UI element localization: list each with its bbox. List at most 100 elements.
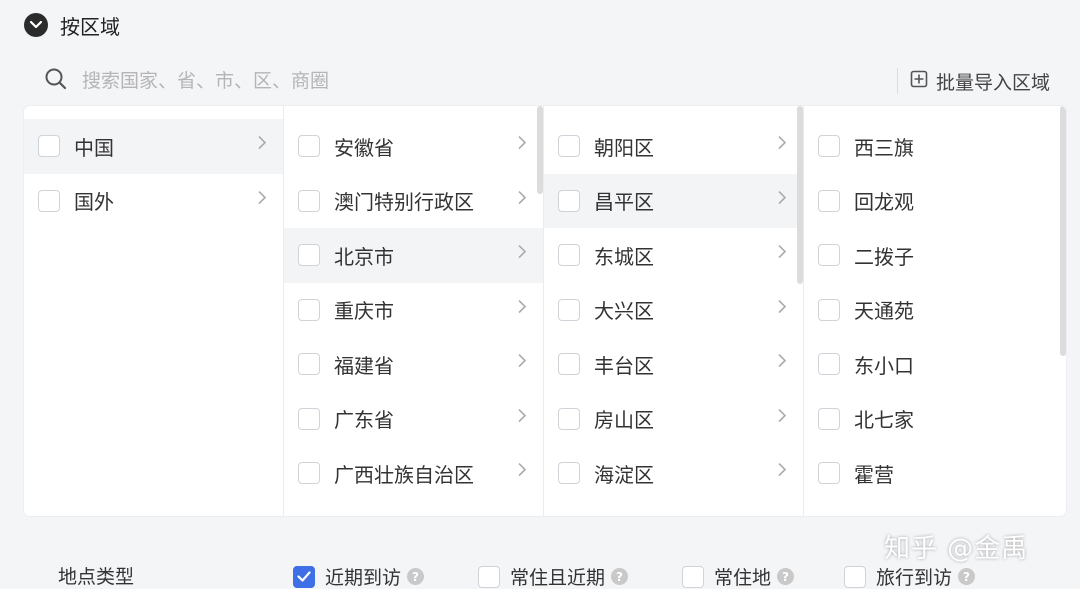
list-item[interactable]: 东城区 (544, 228, 803, 283)
checkbox[interactable] (818, 135, 840, 158)
checkbox[interactable] (818, 189, 840, 212)
checkbox[interactable] (558, 298, 580, 321)
checkbox[interactable] (558, 407, 580, 430)
chevron-right-icon (517, 189, 527, 208)
checkbox[interactable] (558, 462, 580, 485)
chevron-right-icon (777, 189, 787, 208)
list-item-label: 回龙观 (854, 190, 914, 215)
help-icon[interactable]: ? (958, 568, 976, 585)
checkbox[interactable] (298, 298, 320, 321)
checkbox[interactable] (478, 565, 500, 588)
list-item[interactable]: 朝阳区 (544, 119, 803, 174)
chevron-right-icon (777, 353, 787, 372)
list-item[interactable]: 昌平区 (544, 173, 803, 228)
batch-import-label: 批量导入区域 (935, 71, 1050, 94)
checkbox[interactable] (844, 565, 866, 588)
scrollbar[interactable] (797, 106, 803, 284)
checkbox[interactable] (818, 407, 840, 430)
list-item[interactable]: 福建省 (284, 337, 543, 392)
list-item[interactable]: 回龙观 (804, 174, 1066, 229)
option-travel-visit[interactable]: 旅行到访 ? (844, 563, 976, 589)
list-item[interactable]: 中国 (24, 119, 283, 174)
help-icon[interactable]: ? (777, 568, 795, 585)
checkbox-checked[interactable] (293, 565, 315, 588)
chevron-right-icon (257, 135, 267, 154)
option-residence[interactable]: 常住地 ? (682, 563, 795, 589)
list-item[interactable]: 澳门特别行政区 (284, 174, 543, 229)
checkbox[interactable] (298, 353, 320, 376)
list-item-label: 霍营 (854, 462, 894, 487)
list-item-label: 东小口 (854, 353, 914, 378)
batch-import-button[interactable]: 批量导入区域 (896, 68, 1050, 94)
list-item[interactable]: 西三旗 (804, 119, 1066, 174)
search-input[interactable] (82, 70, 482, 92)
scrollbar[interactable] (537, 106, 543, 194)
list-item-label: 二拨子 (854, 244, 914, 269)
list-item-label: 安徽省 (334, 135, 394, 160)
list-item[interactable]: 国外 (24, 174, 283, 229)
chevron-right-icon (517, 298, 527, 317)
option-label: 近期到访 (325, 567, 402, 589)
chevron-right-icon (517, 462, 527, 481)
list-item[interactable]: 大兴区 (544, 283, 803, 338)
option-label: 常住地 (714, 567, 772, 589)
list-item[interactable]: 海淀区 (544, 446, 803, 501)
scrollbar[interactable] (1060, 106, 1066, 356)
help-icon[interactable]: ? (407, 568, 425, 585)
search-bar: 批量导入区域 (24, 58, 1066, 104)
business-area-column: 西三旗 回龙观 二拨子 天通苑 东小口 北七家 霍营 (804, 106, 1066, 516)
list-item[interactable]: 东小口 (804, 337, 1066, 392)
list-item[interactable]: 重庆市 (284, 283, 543, 338)
list-item[interactable]: 二拨子 (804, 228, 1066, 283)
option-recent-visit[interactable]: 近期到访 ? (293, 563, 425, 589)
checkbox[interactable] (298, 462, 320, 485)
checkbox[interactable] (298, 244, 320, 267)
list-item[interactable]: 广东省 (284, 392, 543, 447)
chevron-right-icon (517, 135, 527, 154)
checkbox[interactable] (38, 189, 60, 212)
checkbox[interactable] (682, 565, 704, 588)
checkbox[interactable] (38, 135, 60, 158)
chevron-right-icon (257, 189, 267, 208)
list-item[interactable]: 北七家 (804, 392, 1066, 447)
chevron-right-icon (777, 244, 787, 263)
checkbox[interactable] (298, 407, 320, 430)
list-item[interactable]: 广西壮族自治区 (284, 446, 543, 501)
list-item-label: 朝阳区 (594, 135, 654, 160)
list-item[interactable]: 霍营 (804, 446, 1066, 501)
chevron-down-circle-icon[interactable] (24, 13, 48, 37)
checkbox[interactable] (298, 135, 320, 158)
checkbox[interactable] (818, 244, 840, 267)
list-item[interactable]: 房山区 (544, 392, 803, 447)
list-item[interactable]: 安徽省 (284, 119, 543, 174)
list-item-label: 澳门特别行政区 (334, 190, 474, 215)
province-column: 安徽省 澳门特别行政区 北京市 重庆市 福建省 广东省 广西壮族自治区 (284, 106, 544, 516)
list-item-label: 丰台区 (594, 353, 654, 378)
help-icon[interactable]: ? (611, 568, 629, 585)
list-item-label: 重庆市 (334, 299, 394, 324)
section-title: 按区域 (60, 14, 120, 39)
option-label: 旅行到访 (876, 567, 953, 589)
list-item-label: 国外 (74, 190, 114, 215)
checkbox[interactable] (818, 298, 840, 321)
checkbox[interactable] (558, 135, 580, 158)
checkbox[interactable] (818, 462, 840, 485)
option-resident-and-recent[interactable]: 常住且近期 ? (478, 563, 629, 589)
chevron-right-icon (517, 407, 527, 426)
chevron-right-icon (777, 462, 787, 481)
region-section-header[interactable]: 按区域 (24, 10, 120, 40)
checkbox[interactable] (558, 244, 580, 267)
list-item[interactable]: 丰台区 (544, 337, 803, 392)
checkbox[interactable] (298, 189, 320, 212)
list-item[interactable]: 北京市 (284, 228, 543, 283)
location-type-bar: 地点类型 近期到访 ? 常住且近期 ? 常住地 ? 旅行到访 ? (0, 552, 1080, 589)
list-item[interactable]: 天通苑 (804, 283, 1066, 338)
checkbox[interactable] (818, 353, 840, 376)
chevron-right-icon (517, 244, 527, 263)
list-item-label: 东城区 (594, 244, 654, 269)
checkbox[interactable] (558, 189, 580, 212)
checkbox[interactable] (558, 353, 580, 376)
location-type-label: 地点类型 (58, 566, 135, 588)
list-item-label: 广西壮族自治区 (334, 462, 474, 487)
search-icon (44, 67, 68, 95)
